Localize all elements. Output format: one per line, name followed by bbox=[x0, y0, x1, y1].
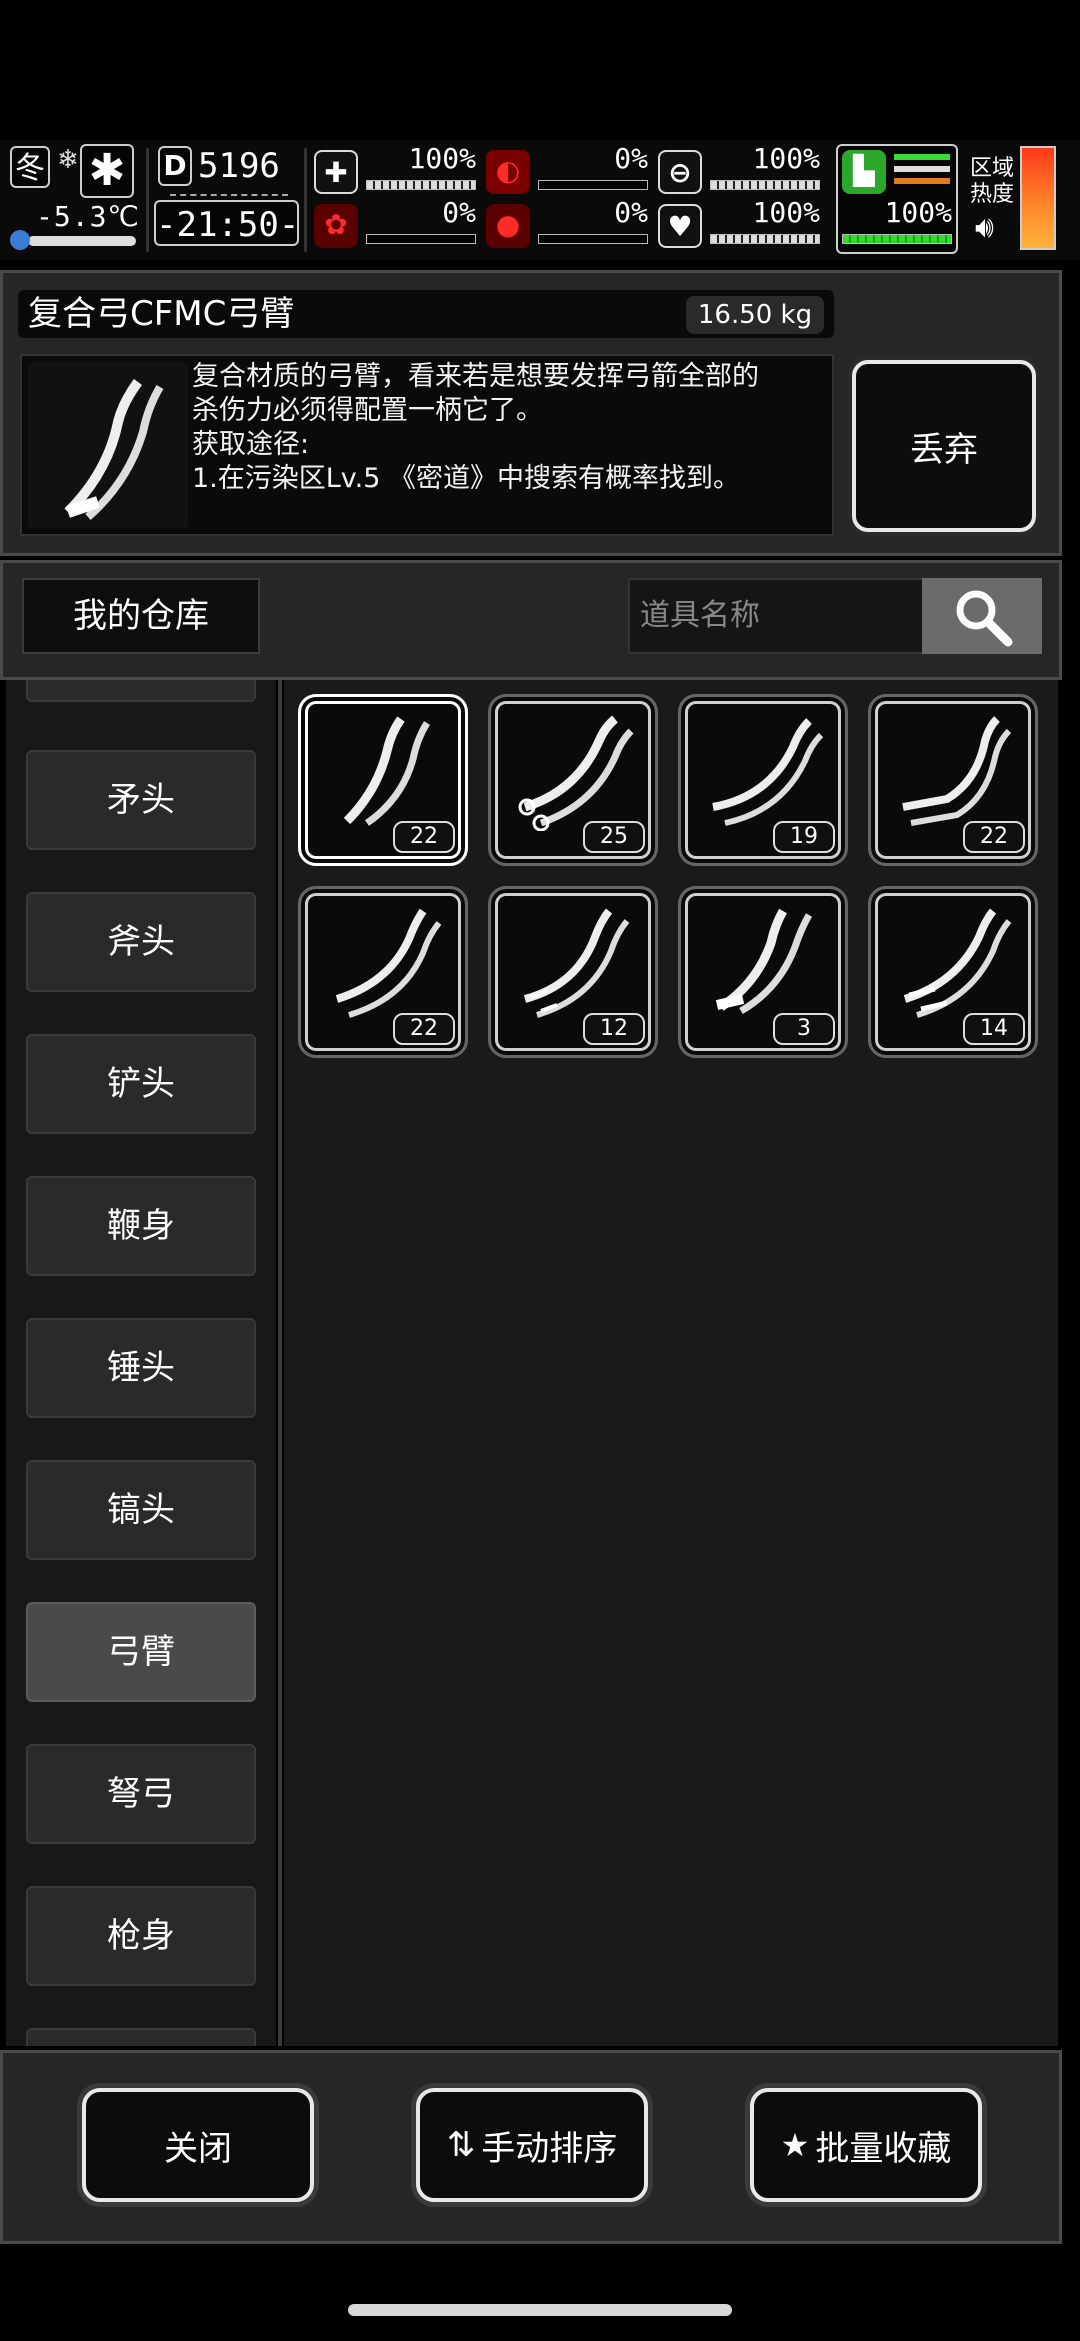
bow-limb-icon bbox=[712, 718, 824, 826]
sanity-bar bbox=[366, 234, 476, 244]
warehouse-title: 我的仓库 bbox=[22, 578, 260, 654]
bow-limb-icon bbox=[523, 908, 630, 1018]
inventory-slot[interactable]: 19 bbox=[678, 694, 848, 866]
hunger-bar bbox=[538, 180, 648, 190]
category-item-pickhead[interactable]: 镐头 bbox=[26, 1460, 256, 1560]
swap-arrows-icon: ⇅ bbox=[446, 2125, 476, 2165]
thirst-value: 100% bbox=[752, 142, 820, 175]
stamina-value: 100% bbox=[884, 196, 952, 229]
season-indicator: 冬 bbox=[10, 146, 50, 188]
category-item-shovelhead[interactable]: 铲头 bbox=[26, 1034, 256, 1134]
batch-favorite-label: 批量收藏 bbox=[815, 2128, 952, 2169]
health-kit-icon: ✚ bbox=[314, 150, 358, 194]
stamina-bar bbox=[842, 234, 952, 244]
stomach-icon: ◐ bbox=[486, 150, 530, 194]
inventory-slot[interactable]: 3 bbox=[678, 886, 848, 1058]
item-count-badge: 25 bbox=[583, 821, 645, 853]
search-icon bbox=[956, 590, 1013, 647]
health-value: 100% bbox=[408, 142, 476, 175]
speaker-icon[interactable]: 🔊︎ bbox=[975, 210, 1015, 246]
day-counter: 5196 bbox=[198, 146, 280, 186]
item-count-badge: 3 bbox=[773, 1013, 835, 1045]
inventory-slot[interactable]: 12 bbox=[488, 886, 658, 1058]
game-clock: -21:50- bbox=[154, 200, 299, 246]
status-hud: 冬 ❄ ✱ -5.3℃ D 5196 -21:50- ✚ 100% ◐ 0% ⊖… bbox=[0, 140, 1080, 260]
category-item-spearhead[interactable]: 矛头 bbox=[26, 750, 256, 850]
category-item-whip[interactable]: 鞭身 bbox=[26, 1176, 256, 1276]
stamina-line bbox=[894, 178, 950, 184]
temperature-readout: -5.3℃ bbox=[36, 200, 140, 233]
bow-limb-icon bbox=[903, 908, 1012, 1018]
search-button[interactable] bbox=[922, 578, 1042, 654]
category-item-hammerhead[interactable]: 锤头 bbox=[26, 1318, 256, 1418]
stamina-line bbox=[894, 166, 950, 172]
heart-icon: ♥ bbox=[658, 204, 702, 248]
thermometer-icon bbox=[10, 230, 30, 250]
bleed-bar bbox=[538, 234, 648, 244]
thirst-bar bbox=[710, 180, 820, 190]
hud-divider bbox=[146, 148, 149, 252]
inventory-slot[interactable]: 25 bbox=[488, 694, 658, 866]
item-description: 复合材质的弓臂，看来若是想要发挥弓箭全部的 杀伤力必须得配置一柄它了。 获取途径… bbox=[192, 361, 759, 494]
search-input[interactable]: 道具名称 bbox=[628, 578, 924, 654]
bow-limb-icon bbox=[902, 716, 1012, 826]
mood-bar bbox=[710, 234, 820, 244]
health-bar bbox=[366, 180, 476, 190]
bow-limb-icon bbox=[343, 716, 430, 826]
fan-icon[interactable]: ✱ bbox=[80, 144, 134, 198]
boot-icon: ▙ bbox=[842, 150, 886, 194]
category-item-gun-body[interactable]: 枪身 bbox=[26, 1886, 256, 1986]
hunger-value: 0% bbox=[614, 142, 648, 175]
category-item-axehead[interactable]: 斧头 bbox=[26, 892, 256, 992]
stamina-line bbox=[894, 154, 950, 160]
category-list: 矛头 斧头 铲头 鞭身 锤头 镐头 弓臂 弩弓 枪身 bbox=[6, 680, 276, 2046]
mood-value: 100% bbox=[752, 196, 820, 229]
item-weight: 16.50 kg bbox=[686, 296, 824, 334]
inventory-slot[interactable]: 22 bbox=[868, 694, 1038, 866]
thermometer-bar bbox=[28, 236, 136, 246]
inventory-slot[interactable]: 22 bbox=[298, 694, 468, 866]
item-name: 复合弓CFMC弓臂 bbox=[28, 294, 295, 334]
inventory-slot[interactable]: 22 bbox=[298, 886, 468, 1058]
water-bottle-icon: ⊖ bbox=[658, 150, 702, 194]
area-heat-meter bbox=[1020, 146, 1056, 250]
panel-divider bbox=[278, 680, 282, 2046]
blood-drop-icon: ● bbox=[486, 204, 530, 248]
stars-icon: ★ bbox=[780, 2126, 810, 2164]
bow-limb-icon bbox=[335, 908, 442, 1018]
hud-divider bbox=[304, 148, 307, 252]
inventory-grid bbox=[284, 680, 1058, 2046]
category-item-bow-limb[interactable]: 弓臂 bbox=[26, 1602, 256, 1702]
bow-limb-image bbox=[28, 362, 188, 528]
bow-limb-icon bbox=[518, 715, 634, 831]
item-count-badge: 22 bbox=[963, 821, 1025, 853]
day-icon: D bbox=[158, 146, 192, 186]
category-item-partial[interactable] bbox=[26, 680, 256, 702]
manual-sort-label: 手动排序 bbox=[481, 2128, 618, 2169]
home-indicator[interactable] bbox=[348, 2304, 732, 2316]
batch-favorite-button[interactable]: ★ 批量收藏 bbox=[750, 2088, 982, 2202]
bleed-value: 0% bbox=[614, 196, 648, 229]
category-item-crossbow[interactable]: 弩弓 bbox=[26, 1744, 256, 1844]
sanity-value: 0% bbox=[442, 196, 476, 229]
item-count-badge: 14 bbox=[963, 1013, 1025, 1045]
item-count-badge: 12 bbox=[583, 1013, 645, 1045]
item-count-badge: 22 bbox=[393, 821, 455, 853]
item-count-badge: 22 bbox=[393, 1013, 455, 1045]
inventory-slot[interactable]: 14 bbox=[868, 886, 1038, 1058]
close-button-label: 关闭 bbox=[164, 2128, 232, 2169]
manual-sort-button[interactable]: ⇅ 手动排序 bbox=[416, 2088, 648, 2202]
close-button[interactable]: 关闭 bbox=[82, 2088, 314, 2202]
area-heat-label: 区域热度 bbox=[970, 156, 1015, 207]
bow-limb-icon bbox=[715, 908, 813, 1015]
category-item-partial[interactable] bbox=[26, 2028, 256, 2046]
item-count-badge: 19 bbox=[773, 821, 835, 853]
discard-button[interactable]: 丢弃 bbox=[852, 360, 1036, 532]
brain-icon: ✿ bbox=[314, 204, 358, 248]
